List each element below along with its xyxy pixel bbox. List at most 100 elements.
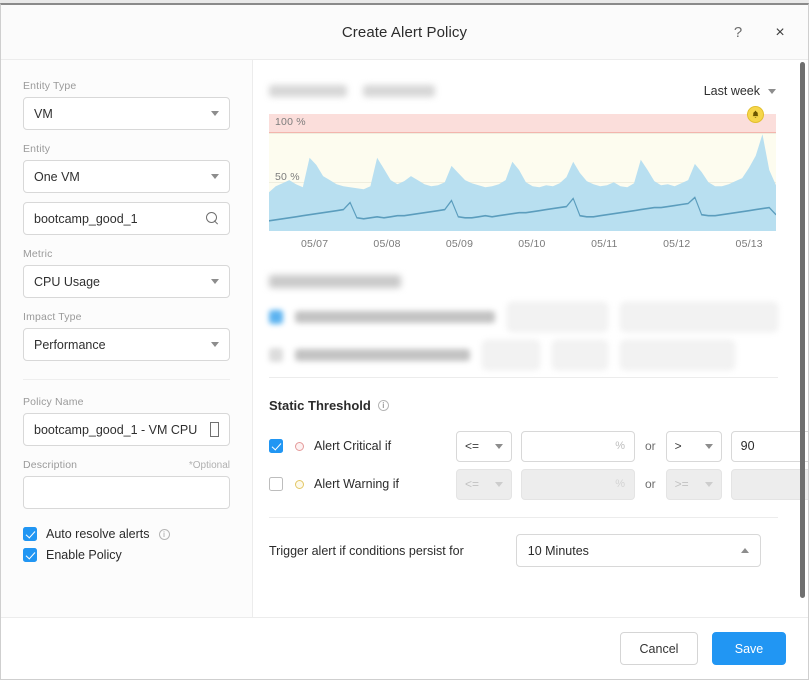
critical-right-operator-value: > [675,439,682,453]
critical-right-operator-select[interactable]: > [666,431,722,462]
enable-policy-checkbox[interactable] [23,548,37,562]
bell-icon[interactable] [747,106,764,123]
info-icon[interactable]: i [378,400,389,411]
field-impact-type: Impact Type Performance [23,311,230,361]
alert-critical-checkbox[interactable] [269,439,283,453]
scrollbar-thumb[interactable] [800,62,805,598]
obscured-row-2 [269,339,778,371]
field-policy-name: Policy Name bootcamp_good_1 - VM CPU [23,396,230,446]
impact-type-value: Performance [34,338,211,352]
warning-right-operator-select[interactable]: >= [666,469,722,500]
chart-subtitle-obscured [363,85,435,97]
description-optional-tag: *Optional [189,460,230,471]
chart-header: Last week [269,78,776,104]
field-entity: Entity One VM bootcamp_good_1 [23,143,230,235]
chart-series-svg [269,114,776,231]
trigger-duration-select[interactable]: 10 Minutes [516,534,761,567]
header-actions: ? × [728,5,790,60]
critical-left-value-input[interactable]: % [521,431,635,462]
obscured-label-2 [295,349,470,361]
page-title: Create Alert Policy [342,24,467,41]
detail-panel: Last week 100 % 50 [253,60,808,617]
entity-select[interactable]: One VM [23,160,230,193]
impact-type-label: Impact Type [23,311,230,323]
impact-type-select[interactable]: Performance [23,328,230,361]
time-range-select[interactable]: Last week [704,84,776,98]
chevron-down-icon [705,482,713,487]
entity-type-select[interactable]: VM [23,97,230,130]
save-button[interactable]: Save [712,632,786,665]
dialog-footer: Cancel Save [1,617,808,679]
obscured-control-4 [552,340,608,370]
x-tick-label: 05/10 [518,238,545,250]
critical-right-value: 90 [741,439,755,453]
y-tick-50: 50 % [275,171,300,183]
x-tick-label: 05/08 [373,238,400,250]
field-metric: Metric CPU Usage [23,248,230,298]
text-cursor [210,422,219,437]
warning-left-value-input[interactable]: % [521,469,635,500]
critical-left-operator-select[interactable]: <= [456,431,512,462]
chevron-down-icon [768,89,776,94]
percent-symbol: % [615,440,625,452]
policy-name-input[interactable]: bootcamp_good_1 - VM CPU [23,413,230,446]
percent-symbol: % [615,478,625,490]
warning-right-value-input[interactable]: % [731,469,809,500]
cpu-usage-plot: 100 % 50 % [269,114,776,231]
enable-policy-label: Enable Policy [46,548,122,562]
chart-canvas-wrap: 100 % 50 % 05/0705/0805/0905/1005/1105/1… [269,114,776,257]
metric-chart-block: Last week 100 % 50 [253,60,794,257]
auto-resolve-alerts-checkbox[interactable] [23,527,37,541]
obscured-divider [269,377,778,378]
metric-select[interactable]: CPU Usage [23,265,230,298]
alert-warning-checkbox[interactable] [269,477,283,491]
help-icon[interactable]: ? [728,23,748,43]
metric-value: CPU Usage [34,275,211,289]
alert-critical-label: Alert Critical if [314,439,456,453]
field-description: Description *Optional [23,459,230,509]
sidebar-divider [23,379,230,380]
obscured-control-2 [620,302,778,332]
obscured-row-1 [269,301,778,333]
warning-right-operator-value: >= [675,477,689,491]
close-icon[interactable]: × [770,23,790,43]
obscured-control-5 [620,340,735,370]
description-label: Description [23,459,77,471]
chevron-down-icon [211,342,219,347]
policy-options: Auto resolve alerts i Enable Policy [23,527,230,562]
vertical-scrollbar[interactable] [799,62,806,615]
chart-title-group [269,85,435,97]
critical-or-text: or [645,439,656,453]
info-icon[interactable]: i [159,529,170,540]
obscured-control-3 [482,340,540,370]
policy-name-value: bootcamp_good_1 - VM CPU [34,423,209,437]
warning-left-operator-value: <= [465,477,479,491]
alert-critical-row: Alert Critical if <= % or > [269,427,778,465]
entity-search-input[interactable]: bootcamp_good_1 [23,202,230,235]
obscured-checkbox-1 [269,310,283,324]
static-threshold-heading: Static Threshold [269,398,371,413]
dynamic-threshold-section-obscured [269,265,778,392]
entity-type-label: Entity Type [23,80,230,92]
obscured-control-1 [507,302,608,332]
enable-policy-row[interactable]: Enable Policy [23,548,230,562]
warning-left-operator-select[interactable]: <= [456,469,512,500]
cancel-button[interactable]: Cancel [620,632,698,665]
entity-label: Entity [23,143,230,155]
chevron-down-icon [495,482,503,487]
trigger-duration-value: 10 Minutes [528,544,589,558]
x-tick-label: 05/13 [736,238,763,250]
chevron-up-icon [741,548,749,553]
warning-or-text: or [645,477,656,491]
metric-label: Metric [23,248,230,260]
critical-severity-dot [295,442,304,451]
description-input[interactable] [23,476,230,509]
critical-right-value-input[interactable]: 90 % [731,431,809,462]
alert-warning-row: Alert Warning if <= % or >= [269,465,778,503]
description-label-row: Description *Optional [23,459,230,471]
chevron-down-icon [211,279,219,284]
entity-type-value: VM [34,107,211,121]
warning-severity-dot [295,480,304,489]
auto-resolve-alerts-row[interactable]: Auto resolve alerts i [23,527,230,541]
entity-search-value: bootcamp_good_1 [34,212,206,226]
